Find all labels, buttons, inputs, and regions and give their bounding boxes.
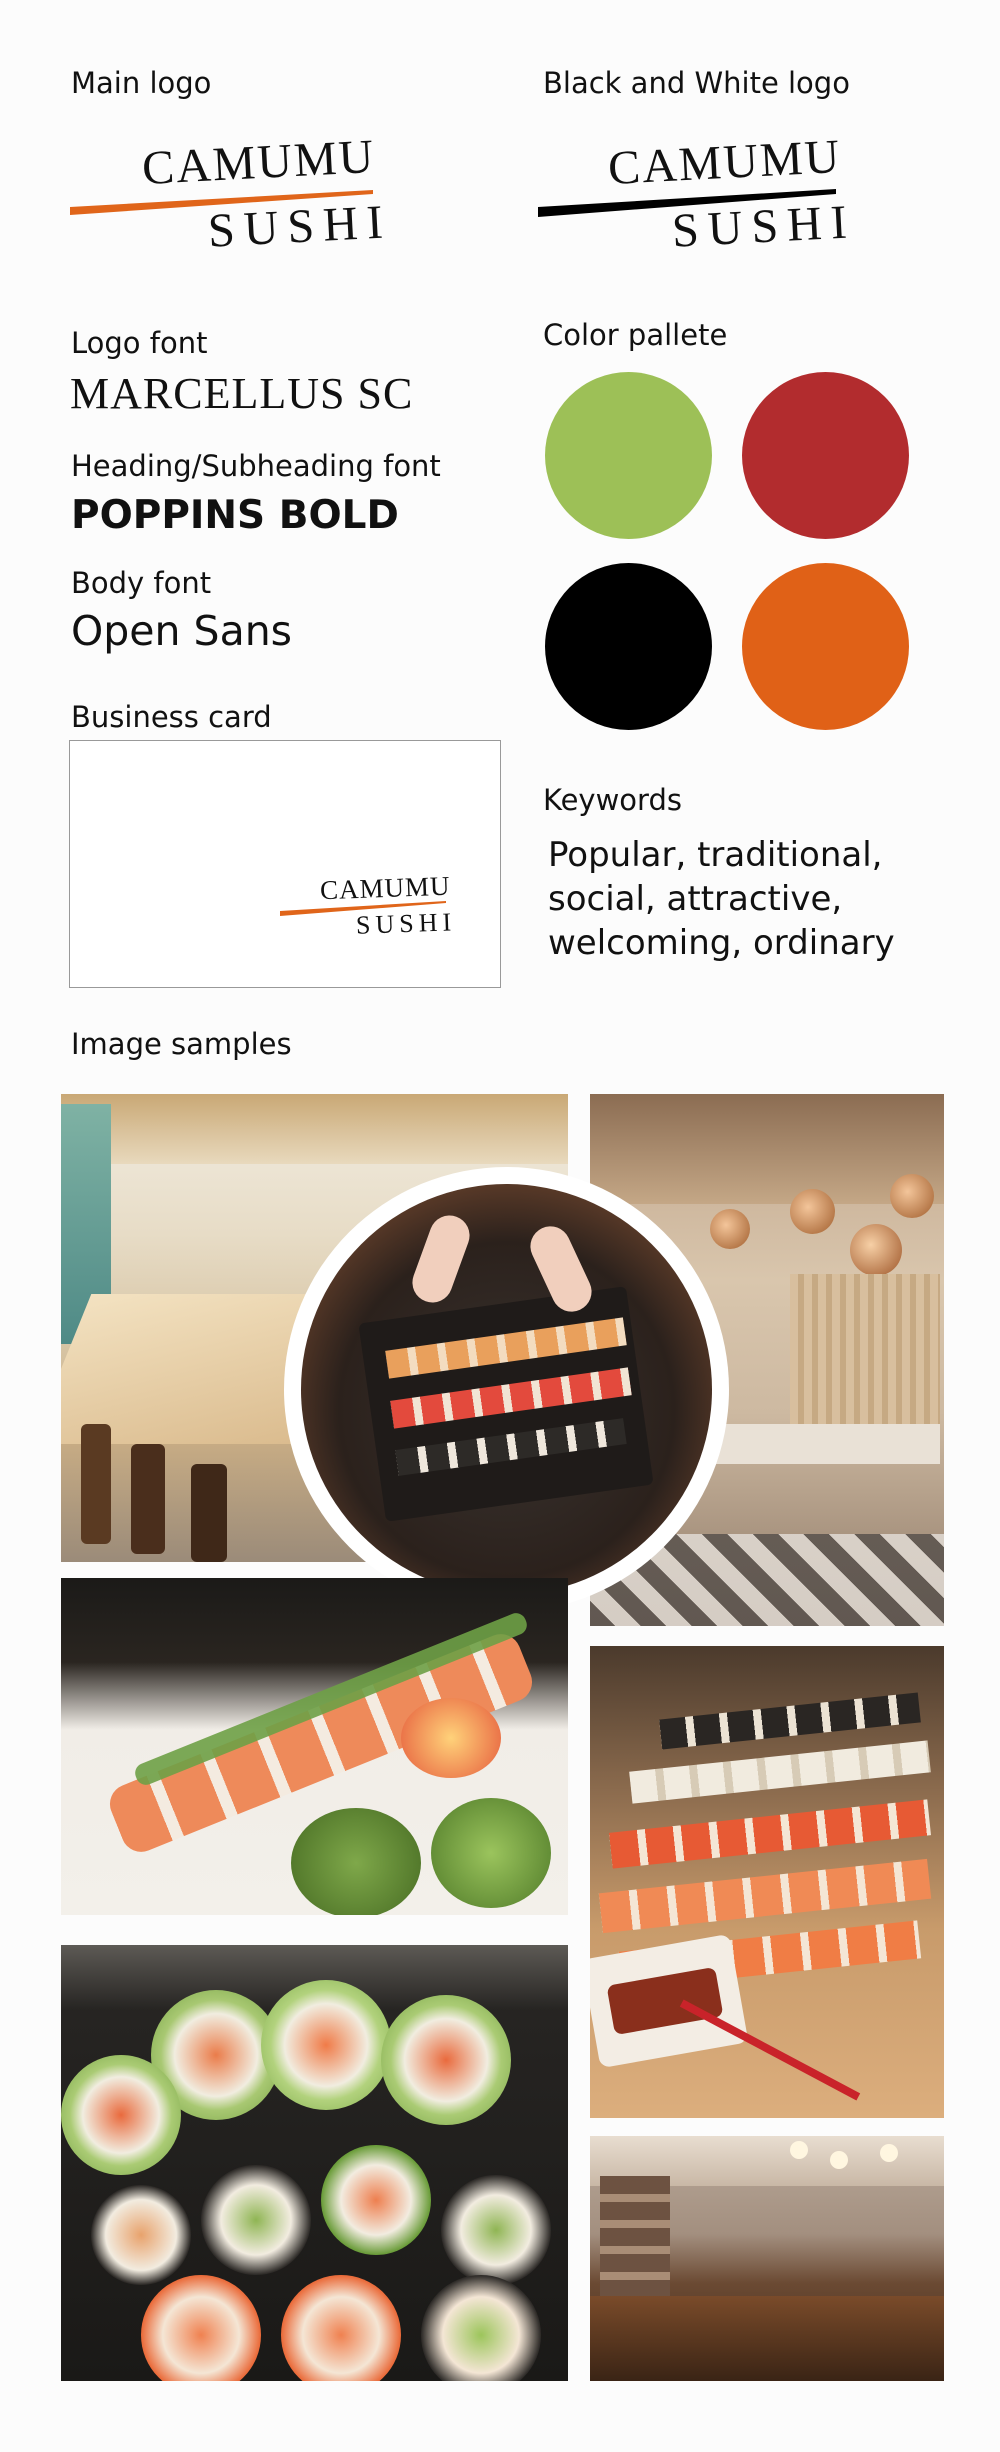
heading-font-name: POPPINS BOLD	[71, 493, 399, 538]
keywords-line: welcoming, ordinary	[548, 923, 895, 963]
color-palette-label: Color pallete	[543, 318, 728, 352]
logo-font-name: MARCELLUS SC	[70, 369, 414, 418]
body-font-name: Open Sans	[71, 607, 293, 655]
keywords-label: Keywords	[543, 783, 682, 817]
palette-swatch-orange	[742, 563, 909, 730]
photo-sushi-platter-frame	[284, 1167, 729, 1612]
photo-sushi-rolls-closeup	[61, 1578, 568, 1915]
palette-swatch-red	[742, 372, 909, 539]
palette-swatch-black	[545, 563, 712, 730]
photo-restaurant-bar-counter	[590, 2136, 944, 2381]
main-logo-word-bottom: SUSHI	[206, 195, 393, 258]
bw-logo-word-bottom: SUSHI	[670, 195, 857, 258]
card-logo: CAMUMU SUSHI	[278, 869, 458, 949]
keywords-text: Popular, traditional, social, attractive…	[548, 833, 968, 965]
keywords-line: social, attractive,	[548, 879, 843, 919]
logo-font-label: Logo font	[71, 326, 208, 360]
main-logo: CAMUMU SUSHI	[68, 130, 393, 265]
card-logo-word-bottom: SUSHI	[355, 907, 457, 940]
body-font-label: Body font	[71, 566, 212, 600]
bw-logo: CAMUMU SUSHI	[536, 130, 866, 265]
business-card-label: Business card	[71, 700, 272, 734]
main-logo-label: Main logo	[71, 66, 212, 100]
bw-logo-label: Black and White logo	[543, 66, 850, 100]
business-card: CAMUMU SUSHI	[69, 740, 501, 988]
image-samples-label: Image samples	[71, 1027, 292, 1061]
photo-sushi-avocado-tray	[61, 1945, 568, 2381]
keywords-line: Popular, traditional,	[548, 835, 883, 875]
photo-sushi-platter	[301, 1184, 712, 1595]
palette-swatch-green	[545, 372, 712, 539]
card-logo-word-top: CAMUMU	[319, 870, 451, 906]
heading-font-label: Heading/Subheading font	[71, 449, 441, 483]
photo-sushi-wooden-board	[590, 1646, 944, 2118]
